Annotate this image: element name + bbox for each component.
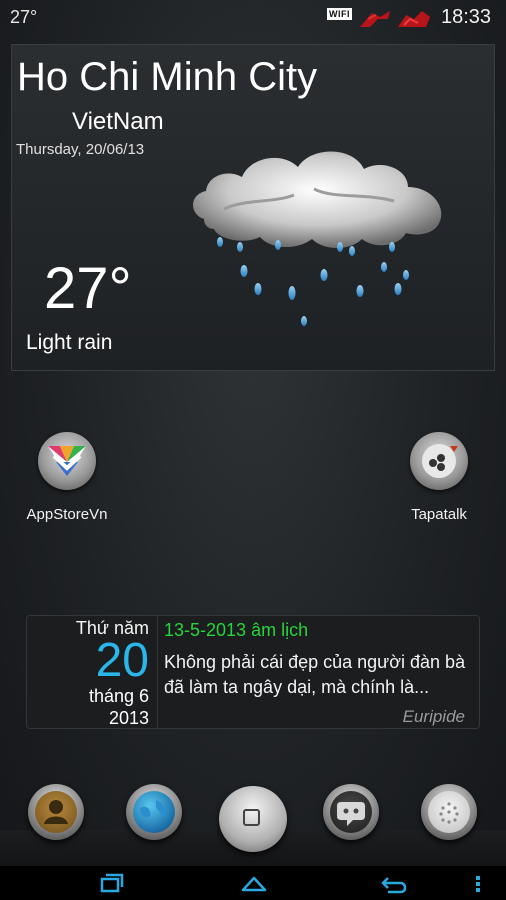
appstorevn-icon	[38, 432, 96, 490]
wifi-icon: WIFI	[327, 8, 352, 20]
weather-widget[interactable]: Ho Chi Minh City VietNam Thursday, 20/06…	[11, 44, 495, 371]
browser-icon[interactable]	[126, 784, 182, 840]
status-temperature: 27°	[10, 7, 38, 27]
calendar-widget[interactable]: Thứ năm 20 tháng 6 2013 13-5-2013 âm lịc…	[26, 615, 480, 729]
quote-author: Euripide	[402, 707, 465, 726]
back-icon[interactable]	[380, 870, 408, 896]
weather-city: Ho Chi Minh City	[17, 55, 318, 99]
signal-icon	[360, 11, 390, 27]
recent-apps-icon[interactable]	[100, 870, 124, 896]
app-appstorevn[interactable]: AppStoreVn	[12, 432, 122, 523]
weather-date: Thursday, 20/06/13	[16, 141, 145, 158]
weather-temperature: 27°	[44, 256, 132, 321]
contacts-icon[interactable]	[28, 784, 84, 840]
calendar-year: 2013	[108, 708, 149, 728]
calendar-date: Thứ năm 20 tháng 6 2013	[27, 616, 158, 728]
status-bar: 27° WIFI 18:33	[0, 0, 506, 34]
battery-icon	[398, 11, 430, 27]
tapatalk-icon	[410, 432, 468, 490]
home-nav-icon[interactable]	[240, 870, 268, 896]
messaging-icon[interactable]	[323, 784, 379, 840]
home-icon[interactable]	[219, 786, 287, 852]
clock: 18:33	[441, 6, 492, 28]
app-label: AppStoreVn	[26, 506, 108, 523]
app-label: Tapatalk	[411, 506, 467, 523]
calendar-month: tháng 6	[88, 686, 149, 706]
quote-text: Không phải cái đẹp của người đàn bà đã l…	[164, 652, 466, 697]
cloud-rain-icon	[193, 151, 442, 326]
navigation-bar	[0, 866, 506, 900]
app-tapatalk[interactable]: Tapatalk	[384, 432, 494, 523]
app-drawer-icon[interactable]	[421, 784, 477, 840]
weather-country: VietNam	[72, 108, 164, 135]
calendar-day: 20	[95, 634, 149, 687]
weather-condition: Light rain	[26, 331, 113, 354]
menu-icon[interactable]	[472, 870, 484, 896]
lunar-date: 13-5-2013 âm lịch	[164, 620, 309, 640]
